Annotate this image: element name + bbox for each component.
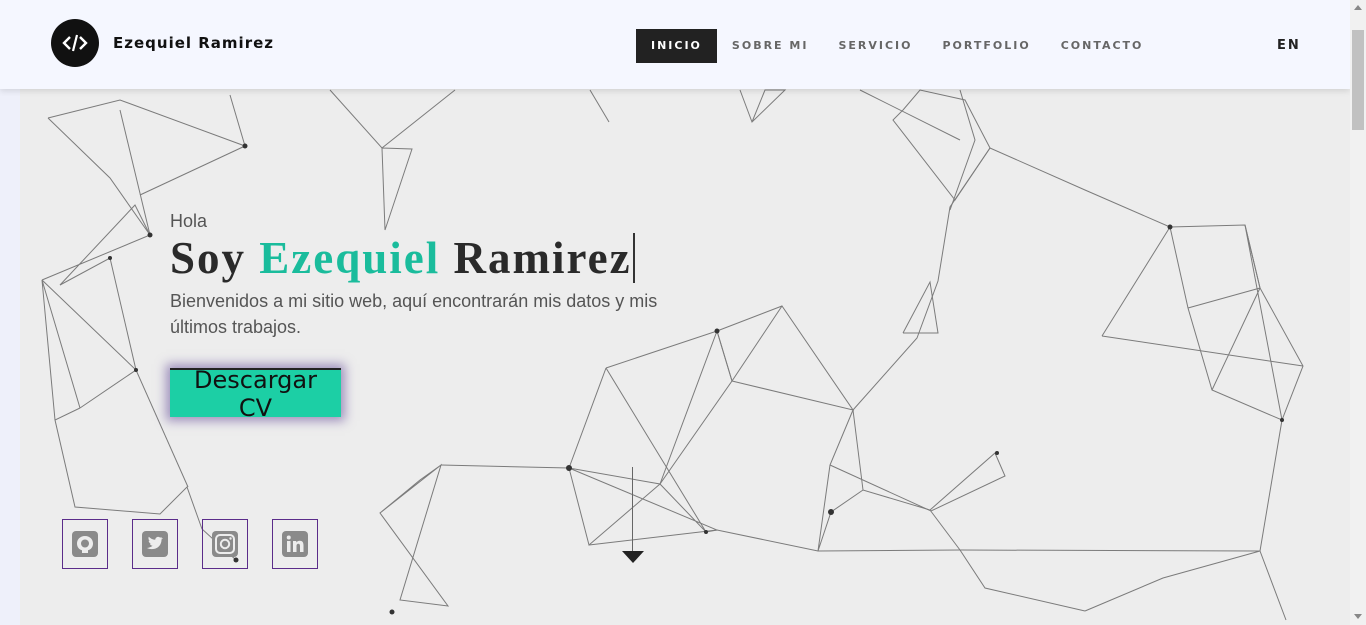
headline-prefix: Soy bbox=[170, 233, 260, 283]
site-header: Ezequiel Ramirez INICIO SOBRE MI SERVICI… bbox=[0, 0, 1350, 89]
nav-item-portfolio[interactable]: PORTFOLIO bbox=[927, 29, 1045, 63]
headline-highlight: Ezequiel bbox=[259, 233, 441, 283]
linkedin-icon bbox=[282, 531, 308, 557]
nav-item-contacto[interactable]: CONTACTO bbox=[1046, 29, 1159, 63]
social-github[interactable] bbox=[62, 519, 108, 569]
social-linkedin[interactable] bbox=[272, 519, 318, 569]
nav-item-inicio[interactable]: INICIO bbox=[636, 29, 717, 63]
download-cv-button[interactable]: Descargar CV bbox=[170, 366, 341, 422]
hero-intro: Bienvenidos a mi sitio web, aquí encontr… bbox=[170, 291, 658, 337]
hero-headline: Soy Ezequiel Ramirez bbox=[170, 232, 635, 284]
twitter-icon bbox=[142, 531, 168, 557]
language-toggle[interactable]: EN bbox=[1277, 38, 1301, 53]
code-icon bbox=[62, 34, 88, 52]
scrollbar-thumb[interactable] bbox=[1352, 30, 1364, 130]
logo[interactable] bbox=[51, 19, 99, 67]
nav-item-servicio[interactable]: SERVICIO bbox=[823, 29, 927, 63]
arrow-down-icon[interactable] bbox=[622, 551, 644, 563]
nav-item-sobre-mi[interactable]: SOBRE MI bbox=[717, 29, 824, 63]
headline-suffix: Ramirez bbox=[440, 233, 632, 283]
scroll-up-icon[interactable] bbox=[1354, 5, 1362, 10]
typing-cursor bbox=[632, 233, 635, 283]
main-nav: INICIO SOBRE MI SERVICIO PORTFOLIO CONTA… bbox=[636, 29, 1158, 63]
scroll-down-icon[interactable] bbox=[1354, 614, 1362, 619]
social-twitter[interactable] bbox=[132, 519, 178, 569]
instagram-icon bbox=[212, 531, 238, 557]
brand-name[interactable]: Ezequiel Ramirez bbox=[113, 34, 274, 52]
scroll-indicator-line bbox=[632, 467, 633, 553]
social-instagram[interactable] bbox=[202, 519, 248, 569]
greeting-text: Hola bbox=[170, 211, 208, 231]
github-icon bbox=[72, 531, 98, 557]
